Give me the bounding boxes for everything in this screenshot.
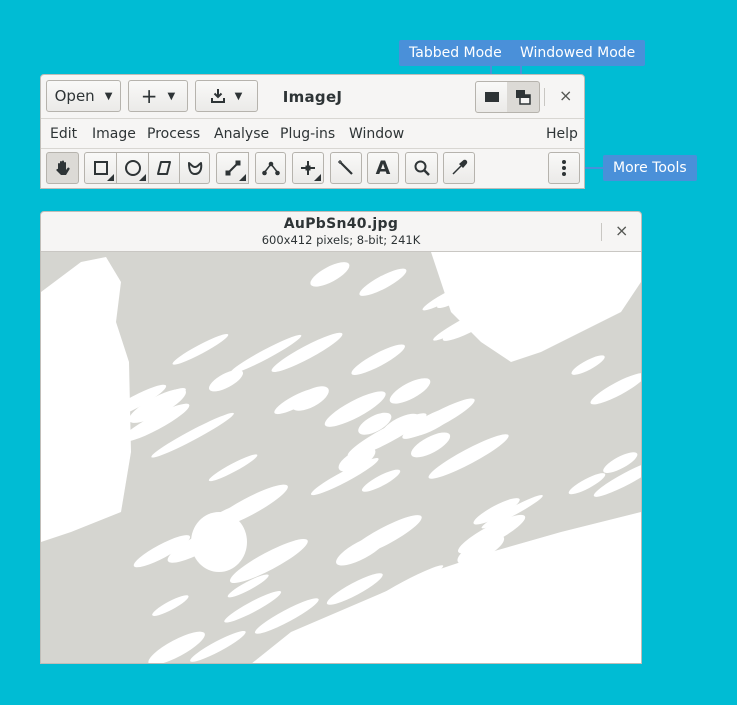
polygon-icon — [157, 161, 171, 175]
new-button[interactable]: + ▼ — [128, 80, 188, 112]
windowed-stack-icon — [516, 90, 531, 105]
micrograph-image — [41, 252, 641, 663]
open-button[interactable]: Open ▼ — [46, 80, 121, 112]
close-icon[interactable]: × — [615, 221, 628, 240]
windowed-mode-button[interactable] — [507, 81, 540, 113]
rectangle-tool[interactable] — [84, 152, 117, 184]
menu-plugins[interactable]: Plug-ins — [280, 126, 335, 142]
hand-icon — [55, 160, 70, 175]
header-separator — [544, 88, 545, 106]
angle-tool[interactable] — [255, 152, 286, 184]
image-window: AuPbSn40.jpg 600x412 pixels; 8-bit; 241K… — [40, 211, 642, 664]
polygon-tool[interactable] — [149, 152, 180, 184]
menu-help[interactable]: Help — [546, 126, 578, 142]
save-button[interactable]: ▼ — [195, 80, 258, 112]
line-tool[interactable] — [216, 152, 249, 184]
vertical-dots-icon — [562, 160, 566, 176]
freehand-tool[interactable] — [180, 152, 210, 184]
chevron-down-icon: ▼ — [234, 90, 243, 102]
download-icon — [210, 89, 225, 103]
close-icon[interactable]: × — [559, 86, 572, 105]
text-icon: A — [375, 157, 391, 179]
image-info: 600x412 pixels; 8-bit; 241K — [261, 233, 421, 247]
angle-icon — [261, 161, 280, 176]
tabbed-mode-button[interactable] — [475, 81, 508, 113]
plus-icon: + — [140, 84, 158, 108]
submenu-indicator — [314, 174, 321, 181]
wand-tool[interactable] — [330, 152, 362, 184]
freehand-icon — [187, 162, 202, 175]
imagej-main-window: Open ▼ + ▼ ▼ ImageJ × Edit Image Process… — [40, 74, 585, 189]
menu-edit[interactable]: Edit — [50, 126, 77, 142]
text-tool[interactable]: A — [367, 152, 399, 184]
image-header-bar: AuPbSn40.jpg 600x412 pixels; 8-bit; 241K… — [41, 212, 641, 252]
header-bar: Open ▼ + ▼ ▼ ImageJ × — [41, 75, 584, 119]
submenu-indicator — [139, 174, 146, 181]
menu-bar: Edit Image Process Analyse Plug-ins Wind… — [41, 119, 584, 149]
color-picker-tool[interactable] — [443, 152, 475, 184]
submenu-indicator — [239, 174, 246, 181]
menu-window[interactable]: Window — [349, 126, 404, 142]
zoom-tool[interactable] — [405, 152, 438, 184]
chevron-down-icon: ▼ — [104, 90, 113, 102]
wand-icon — [338, 160, 353, 175]
image-filename: AuPbSn40.jpg — [283, 216, 399, 232]
hand-tool[interactable] — [46, 152, 79, 184]
more-tools-button[interactable] — [548, 152, 580, 184]
submenu-indicator — [107, 174, 114, 181]
image-canvas[interactable] — [41, 252, 641, 663]
oval-tool[interactable] — [117, 152, 149, 184]
dropper-icon — [452, 159, 468, 175]
tabbed-window-icon — [484, 92, 499, 102]
tool-bar: A — [41, 149, 584, 189]
header-separator — [601, 223, 602, 241]
menu-process[interactable]: Process — [147, 126, 200, 142]
more-tools-callout: More Tools — [603, 155, 697, 181]
point-tool[interactable] — [292, 152, 324, 184]
open-button-label: Open — [54, 87, 95, 105]
tabbed-mode-callout: Tabbed Mode — [399, 40, 512, 66]
magnifier-icon — [414, 160, 430, 176]
menu-image[interactable]: Image — [92, 126, 136, 142]
menu-analyse[interactable]: Analyse — [214, 126, 269, 142]
windowed-mode-callout: Windowed Mode — [510, 40, 646, 66]
chevron-down-icon: ▼ — [167, 90, 176, 102]
